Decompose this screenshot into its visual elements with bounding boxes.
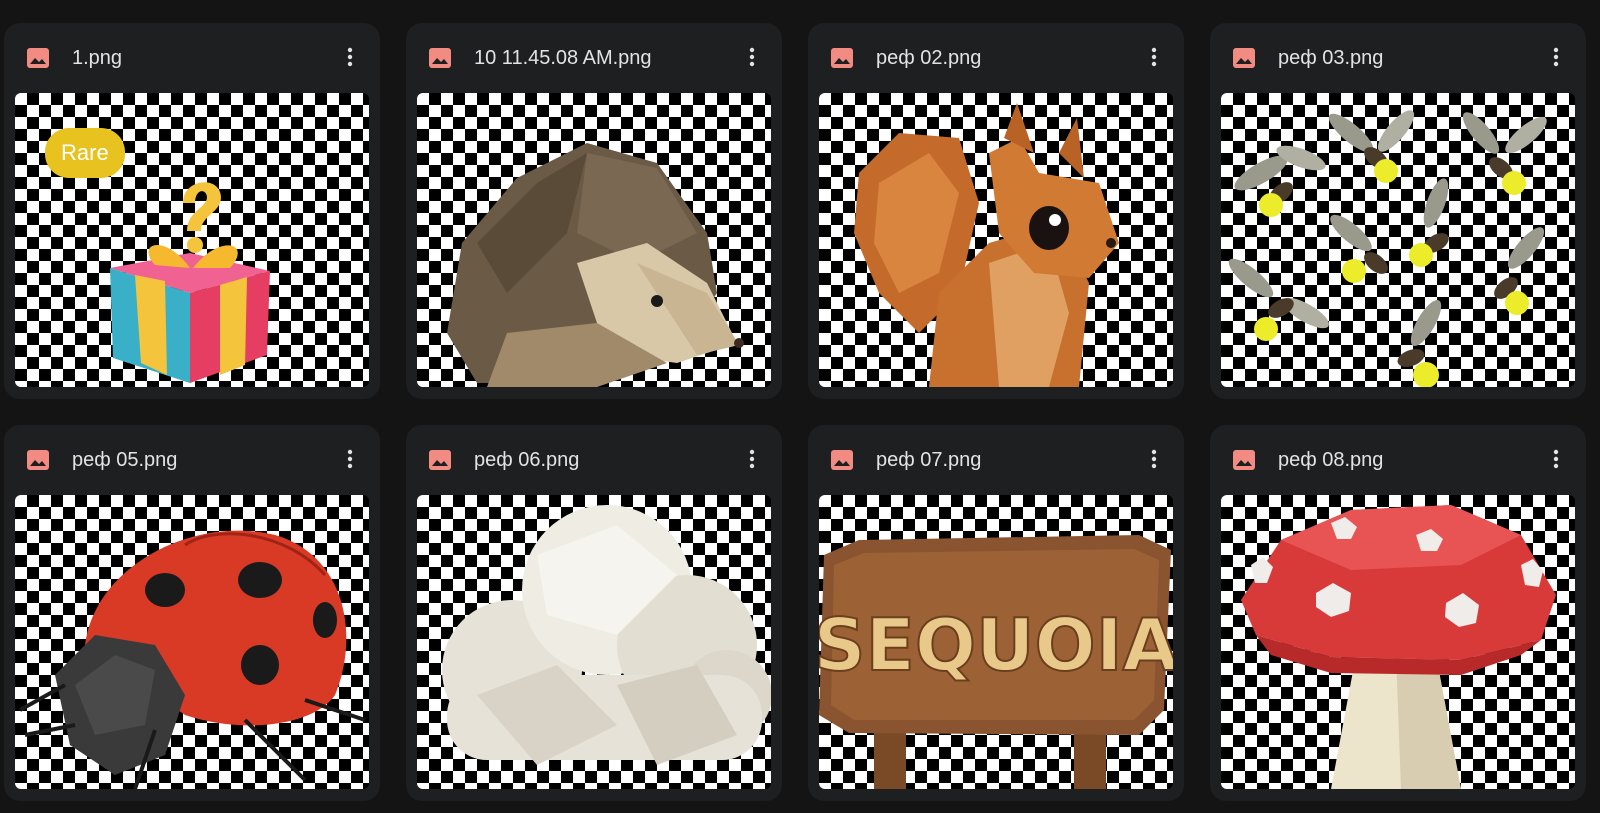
file-card[interactable]: реф 03.png xyxy=(1210,23,1586,399)
rare-badge: Rare xyxy=(45,128,125,178)
wooden-sign-image: SEQUOIA xyxy=(819,535,1173,789)
thumbnail[interactable] xyxy=(417,495,771,789)
image-icon xyxy=(1233,450,1255,470)
thumbnail[interactable] xyxy=(1221,495,1575,789)
more-vert-icon xyxy=(347,449,353,469)
card-header: 10 11.45.08 AM.png xyxy=(406,23,782,91)
more-options-button[interactable] xyxy=(332,39,368,75)
more-options-button[interactable] xyxy=(1136,441,1172,477)
file-name: реф 05.png xyxy=(72,449,178,471)
file-name: реф 03.png xyxy=(1278,47,1384,69)
hedgehog-image xyxy=(447,143,744,387)
thumbnail[interactable] xyxy=(15,495,369,789)
file-name: реф 02.png xyxy=(876,47,982,69)
thumbnail[interactable] xyxy=(1221,93,1575,387)
file-card[interactable]: реф 06.png xyxy=(406,425,782,801)
file-grid: 1.png Rare 10 11.45.08 AM.png реф 02.png… xyxy=(4,23,1586,801)
more-vert-icon xyxy=(1151,47,1157,67)
ladybug-image xyxy=(19,530,366,789)
file-name: реф 07.png xyxy=(876,449,982,471)
file-name: 1.png xyxy=(72,47,123,69)
more-vert-icon xyxy=(749,47,755,67)
image-icon xyxy=(429,450,451,470)
more-options-button[interactable] xyxy=(1538,39,1574,75)
thumbnail[interactable]: Rare xyxy=(15,93,369,387)
more-vert-icon xyxy=(1151,449,1157,469)
card-header: реф 02.png xyxy=(808,23,1184,91)
more-vert-icon xyxy=(749,449,755,469)
image-icon xyxy=(27,48,49,68)
file-name: реф 08.png xyxy=(1278,449,1384,471)
fireflies-image xyxy=(1228,110,1547,387)
image-icon xyxy=(1233,48,1255,68)
image-icon xyxy=(429,48,451,68)
more-options-button[interactable] xyxy=(734,39,770,75)
file-card[interactable]: реф 02.png xyxy=(808,23,1184,399)
card-header: 1.png xyxy=(4,23,380,91)
more-options-button[interactable] xyxy=(734,441,770,477)
image-icon xyxy=(831,450,853,470)
more-options-button[interactable] xyxy=(1136,39,1172,75)
card-header: реф 08.png xyxy=(1210,425,1586,493)
file-card[interactable]: 1.png Rare xyxy=(4,23,380,399)
cloud-image xyxy=(442,505,771,765)
file-card[interactable]: 10 11.45.08 AM.png xyxy=(406,23,782,399)
card-header: реф 07.png xyxy=(808,425,1184,493)
more-vert-icon xyxy=(347,47,353,67)
more-options-button[interactable] xyxy=(332,441,368,477)
thumbnail[interactable] xyxy=(417,93,771,387)
more-options-button[interactable] xyxy=(1538,441,1574,477)
file-name: 10 11.45.08 AM.png xyxy=(474,47,652,69)
file-name: реф 06.png xyxy=(474,449,580,471)
sign-text: SEQUOIA xyxy=(819,603,1173,687)
card-header: реф 03.png xyxy=(1210,23,1586,91)
mushroom-image xyxy=(1241,505,1556,789)
more-vert-icon xyxy=(1553,449,1559,469)
image-icon xyxy=(27,450,49,470)
thumbnail[interactable] xyxy=(819,93,1173,387)
squirrel-image xyxy=(854,103,1119,387)
more-vert-icon xyxy=(1553,47,1559,67)
thumbnail[interactable]: SEQUOIA xyxy=(819,495,1173,789)
card-header: реф 06.png xyxy=(406,425,782,493)
image-icon xyxy=(831,48,853,68)
file-card[interactable]: реф 08.png xyxy=(1210,425,1586,801)
card-header: реф 05.png xyxy=(4,425,380,493)
file-card[interactable]: реф 05.png xyxy=(4,425,380,801)
file-card[interactable]: реф 07.png SEQUOIA xyxy=(808,425,1184,801)
